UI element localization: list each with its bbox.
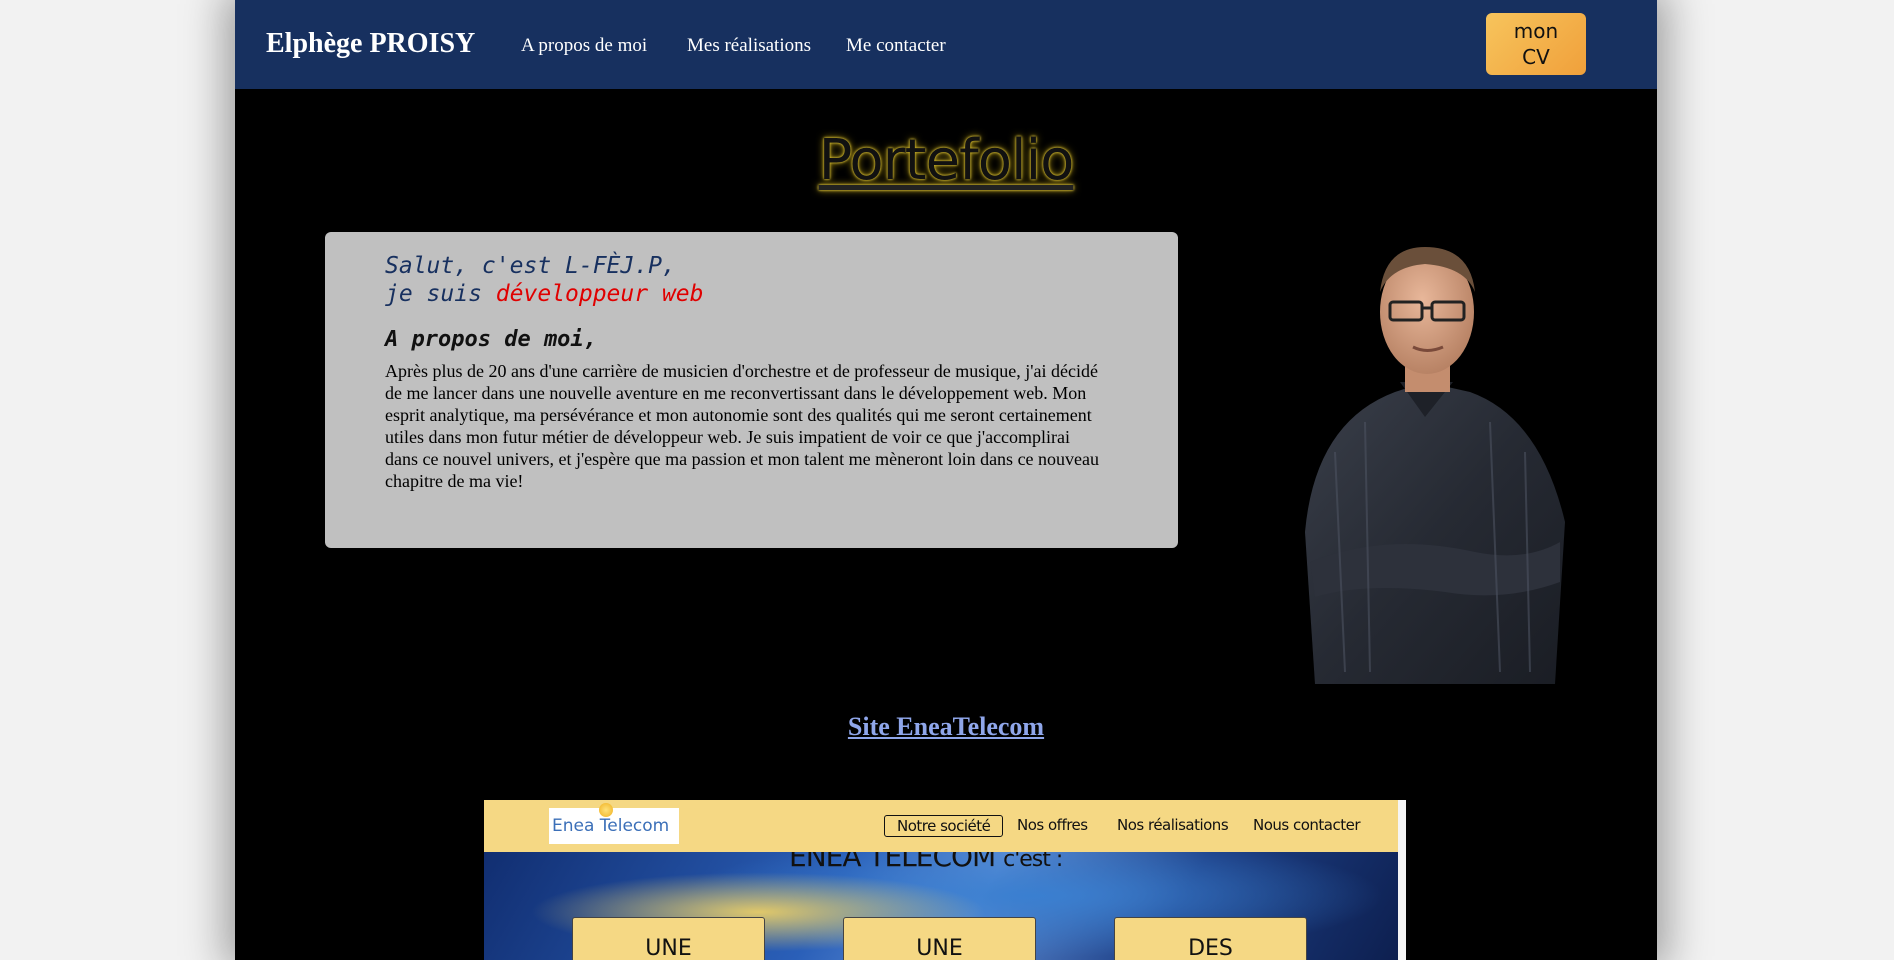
page-container: Elphège PROISY A propos de moi Mes réali…	[235, 0, 1657, 960]
nav-link-about[interactable]: A propos de moi	[521, 35, 647, 57]
about-heading: A propos de moi,	[385, 327, 597, 352]
preview-nav-contact: Nous contacter	[1253, 816, 1361, 834]
page-title: Portefolio	[818, 128, 1075, 193]
preview-logo-text: Enea Telecom	[552, 816, 670, 836]
greeting: Salut, c'est L-FÈJ.P, je suis développeu…	[385, 252, 704, 308]
preview-card: UNE	[572, 917, 765, 960]
preview-logo: Enea Telecom	[549, 808, 679, 844]
project-link-eneatelecom[interactable]: Site EneaTelecom	[235, 712, 1657, 742]
about-paragraph: Après plus de 20 ans d'une carrière de m…	[385, 361, 1100, 491]
greeting-line2: je suis développeur web	[385, 280, 704, 308]
greeting-highlight: développeur web	[495, 281, 704, 307]
nav-link-contact[interactable]: Me contacter	[846, 35, 946, 57]
cv-button[interactable]: mon CV	[1486, 13, 1586, 75]
preview-navbar: Enea Telecom Notre société Nos offres No…	[484, 800, 1399, 852]
site-brand[interactable]: Elphège PROISY	[266, 28, 475, 60]
preview-card: DES	[1114, 917, 1307, 960]
greeting-line1: Salut, c'est L-FÈJ.P,	[385, 253, 676, 279]
preview-nav-realisations: Nos réalisations	[1117, 816, 1229, 834]
preview-scrollbar	[1398, 800, 1406, 960]
cv-button-line1: mon	[1513, 19, 1559, 43]
preview-nav-offres: Nos offres	[1017, 816, 1088, 834]
greeting-prefix: je suis	[385, 281, 496, 307]
about-card: Salut, c'est L-FÈJ.P, je suis développeu…	[325, 232, 1178, 548]
cv-button-line2: CV	[1522, 45, 1550, 69]
preview-nav-societe: Notre société	[884, 815, 1004, 837]
sun-icon	[599, 803, 613, 817]
project-preview[interactable]: ENEA TELECOM c'est : Enea Telecom Notre …	[484, 800, 1406, 960]
nav-link-projects[interactable]: Mes réalisations	[687, 35, 811, 57]
preview-card: UNE	[843, 917, 1036, 960]
top-navbar: Elphège PROISY A propos de moi Mes réali…	[235, 0, 1657, 89]
portrait-photo	[1305, 247, 1565, 684]
